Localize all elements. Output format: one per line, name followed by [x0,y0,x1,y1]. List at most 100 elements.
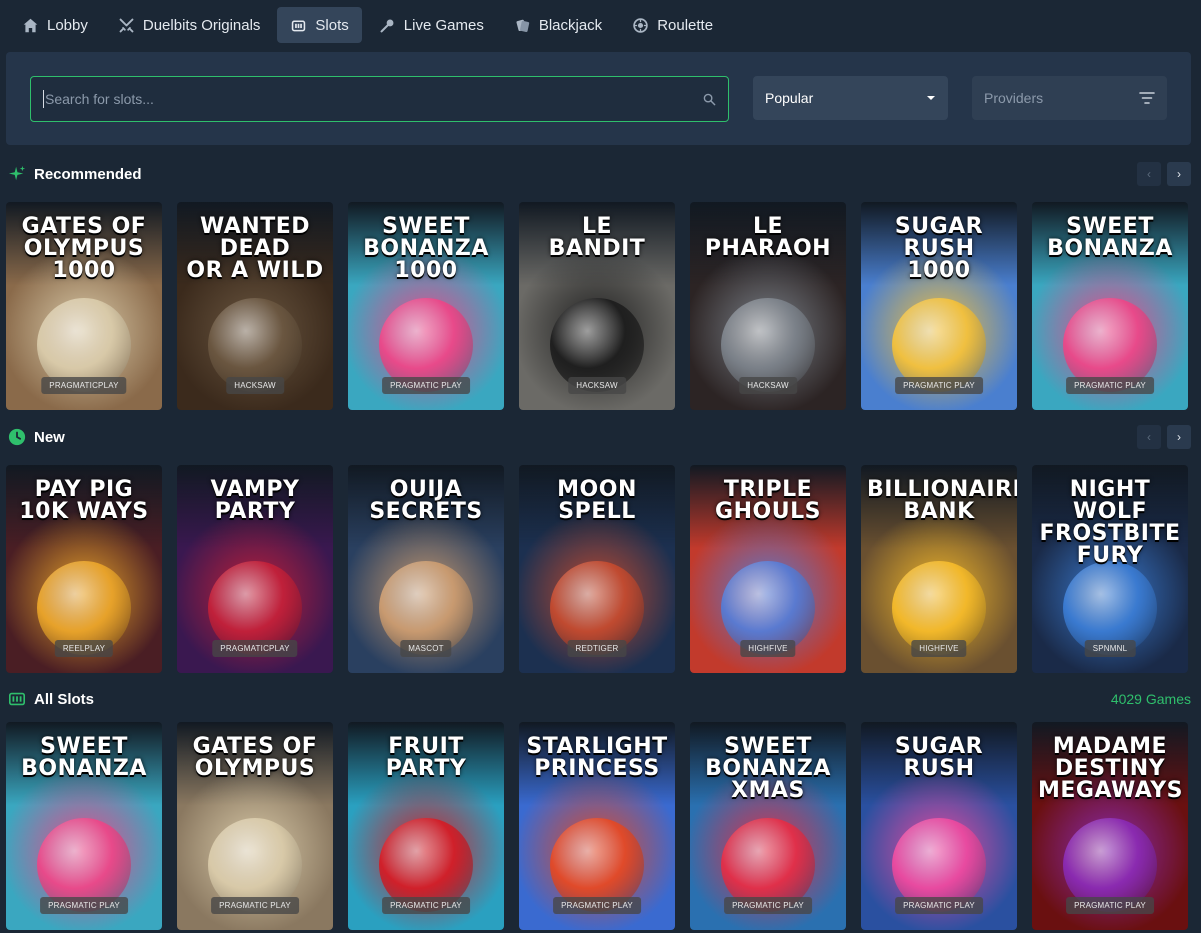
provider-badge: PRAGMATIC PLAY [1066,897,1154,914]
game-title: GATES OF OLYMPUS [192,734,318,781]
carousel-prev-button[interactable]: ‹ [1137,425,1161,449]
game-tile[interactable]: LE PHARAOH HACKSAW [690,202,846,410]
provider-badge: HACKSAW [568,377,626,394]
game-tile[interactable]: OUIJA SECRETS MASCOT [348,465,504,673]
tab-label: Slots [315,16,349,34]
search-input[interactable] [45,91,703,107]
game-title: FRUIT PARTY [385,734,467,781]
section-title: All Slots [34,690,95,708]
providers-placeholder: Providers [984,90,1044,106]
provider-badge: HACKSAW [739,377,797,394]
game-title: WANTED DEAD OR A WILD [186,214,324,283]
provider-badge: MASCOT [400,640,452,657]
tab-roulette[interactable]: Roulette [619,7,726,43]
game-tile[interactable]: GATES OF OLYMPUS 1000 PRAGMATICPLAY [6,202,162,410]
game-title: NIGHT WOLF FROSTBITE FURY [1039,477,1181,568]
provider-badge: REELPLAY [54,640,114,657]
game-tile[interactable]: MOON SPELL REDTIGER [519,465,675,673]
provider-badge: PRAGMATIC PLAY [553,897,641,914]
game-title: OUIJA SECRETS [369,477,483,524]
game-title: TRIPLE GHOULS [715,477,821,524]
section-header-recommended: Recommended [8,162,142,186]
carousel-next-button[interactable]: › [1167,425,1191,449]
section-title: Recommended [34,165,142,183]
provider-badge: HIGHFIVE [911,640,967,657]
game-tile[interactable]: SWEET BONANZA 1000 PRAGMATIC PLAY [348,202,504,410]
home-icon [23,18,38,32]
game-tile[interactable]: LE BANDIT HACKSAW [519,202,675,410]
game-title: LE BANDIT [548,214,646,261]
game-title: PAY PIG 10K WAYS [19,477,149,524]
game-tile[interactable]: FRUIT PARTY PRAGMATIC PLAY [348,722,504,930]
game-tile[interactable]: SWEET BONANZA PRAGMATIC PLAY [1032,202,1188,410]
provider-badge: PRAGMATIC PLAY [724,897,812,914]
games-row: GATES OF OLYMPUS 1000 PRAGMATICPLAY WANTED… [6,202,1188,410]
carousel-prev-button[interactable]: ‹ [1137,162,1161,186]
provider-badge: PRAGMATICPLAY [212,640,298,657]
text-caret [43,90,44,108]
tab-label: Roulette [657,16,714,34]
tab-label: Live Games [403,16,484,34]
game-title: BILLIONAIRE'S BANK [867,477,1017,524]
filter-panel: Popular Providers [6,52,1191,145]
slot-machine-icon [8,692,26,706]
game-tile[interactable]: SUGAR RUSH 1000 PRAGMATIC PLAY [861,202,1017,410]
game-title: SWEET BONANZA 1000 [363,214,489,283]
tab-slots[interactable]: Slots [277,7,362,43]
game-title: SUGAR RUSH [894,734,984,781]
game-title: SWEET BONANZA XMAS [705,734,831,803]
section-header-new: New [8,425,65,449]
slot-machine-icon [292,19,306,31]
game-title: GATES OF OLYMPUS 1000 [21,214,147,283]
games-count: 4029 Games [1110,691,1191,707]
provider-badge: PRAGMATIC PLAY [211,897,299,914]
sort-value: Popular [765,90,814,106]
game-tile[interactable]: SWEET BONANZA XMAS PRAGMATIC PLAY [690,722,846,930]
carousel-controls: ‹ › [1137,425,1191,449]
provider-badge: HIGHFIVE [740,640,796,657]
top-nav: Lobby Duelbits Originals Slots Live Game… [0,0,1201,50]
sparkle-icon [8,165,26,181]
game-tile[interactable]: BILLIONAIRE'S BANK HIGHFIVE [861,465,1017,673]
search-icon[interactable] [703,93,716,106]
game-tile[interactable]: STARLIGHT PRINCESS PRAGMATIC PLAY [519,722,675,930]
tab-live-games[interactable]: Live Games [366,7,497,43]
game-title: STARLIGHT PRINCESS [526,734,668,781]
providers-select[interactable]: Providers [972,76,1167,120]
game-tile[interactable]: SUGAR RUSH PRAGMATIC PLAY [861,722,1017,930]
section-title: New [34,428,65,446]
game-title: SWEET BONANZA [21,734,147,781]
provider-badge: PRAGMATIC PLAY [382,377,470,394]
tab-lobby[interactable]: Lobby [9,7,101,43]
cards-icon [516,19,530,32]
game-tile[interactable]: PAY PIG 10K WAYS REELPLAY [6,465,162,673]
game-tile[interactable]: GATES OF OLYMPUS PRAGMATIC PLAY [177,722,333,930]
provider-badge: PRAGMATIC PLAY [1066,377,1154,394]
game-tile[interactable]: MADAME DESTINY MEGAWAYS PRAGMATIC PLAY [1032,722,1188,930]
games-row: SWEET BONANZA PRAGMATIC PLAY GATES OF OLYM… [6,722,1188,930]
tab-blackjack[interactable]: Blackjack [501,7,615,43]
game-tile[interactable]: SWEET BONANZA PRAGMATIC PLAY [6,722,162,930]
game-title: MOON SPELL [557,477,637,524]
provider-badge: HACKSAW [226,377,284,394]
provider-badge: PRAGMATIC PLAY [40,897,128,914]
game-title: LE PHARAOH [704,214,832,261]
search-box[interactable] [30,76,729,122]
game-title: SUGAR RUSH 1000 [894,214,984,283]
provider-badge: REDTIGER [567,640,627,657]
sort-select[interactable]: Popular [753,76,948,120]
game-title: SWEET BONANZA [1047,214,1173,261]
game-tile[interactable]: NIGHT WOLF FROSTBITE FURY SPNMNL [1032,465,1188,673]
clock-icon [8,428,26,446]
provider-badge: PRAGMATICPLAY [41,377,127,394]
tab-label: Duelbits Originals [142,16,261,34]
filter-icon [1139,92,1155,104]
game-title: VAMPY PARTY [210,477,300,524]
game-tile[interactable]: VAMPY PARTY PRAGMATICPLAY [177,465,333,673]
section-header-all-slots: All Slots [8,687,94,711]
game-tile[interactable]: TRIPLE GHOULS HIGHFIVE [690,465,846,673]
tab-duelbits-originals[interactable]: Duelbits Originals [105,7,274,43]
tab-label: Blackjack [538,16,603,34]
game-tile[interactable]: WANTED DEAD OR A WILD HACKSAW [177,202,333,410]
carousel-next-button[interactable]: › [1167,162,1191,186]
